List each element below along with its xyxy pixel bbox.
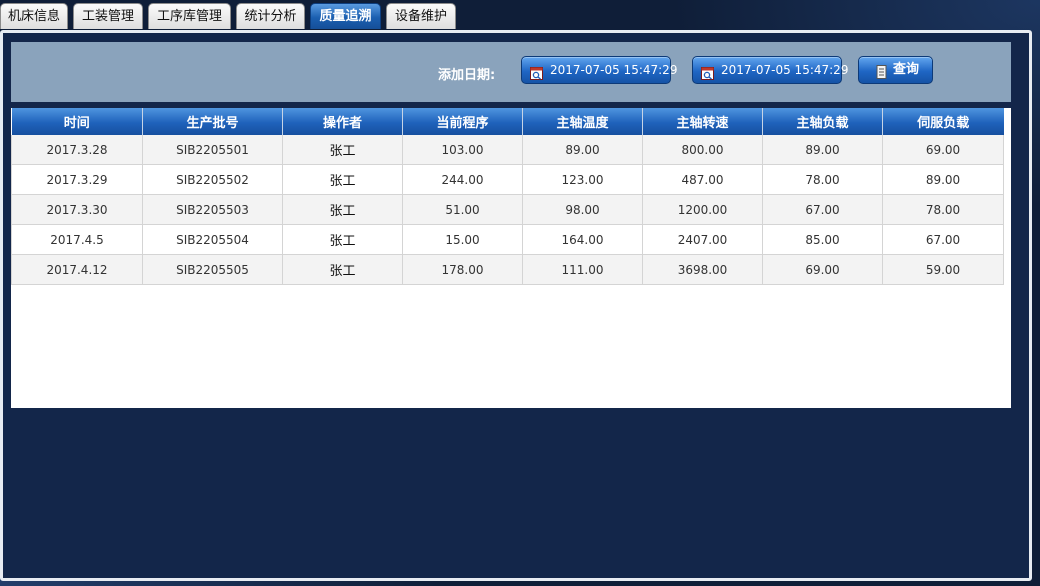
data-table-container: 时间 生产批号 操作者 当前程序 主轴温度 主轴转速 主轴负载 伺服负载 201…: [11, 108, 1011, 408]
cell-time: 2017.4.5: [11, 224, 143, 255]
column-header-spindle-temp[interactable]: 主轴温度: [522, 108, 643, 135]
cell-spindle-temp: 98.00: [522, 194, 643, 225]
cell-current-program: 51.00: [402, 194, 523, 225]
cell-time: 2017.3.29: [11, 164, 143, 195]
table-row[interactable]: 2017.3.30 SIB2205503 张工 51.00 98.00 1200…: [11, 194, 1004, 225]
table-row[interactable]: 2017.4.12 SIB2205505 张工 178.00 111.00 36…: [11, 254, 1004, 285]
cell-spindle-temp: 164.00: [522, 224, 643, 255]
quality-trace-table: 时间 生产批号 操作者 当前程序 主轴温度 主轴转速 主轴负载 伺服负载 201…: [11, 108, 1004, 285]
query-button-label: 查询: [893, 62, 920, 77]
cell-servo-load: 59.00: [882, 254, 1004, 285]
cell-spindle-load: 89.00: [762, 135, 883, 165]
cell-batch-no: SIB2205503: [142, 194, 283, 225]
cell-time: 2017.4.12: [11, 254, 143, 285]
cell-spindle-temp: 123.00: [522, 164, 643, 195]
cell-time: 2017.3.28: [11, 135, 143, 165]
calendar-icon: [701, 63, 714, 80]
cell-batch-no: SIB2205504: [142, 224, 283, 255]
cell-current-program: 15.00: [402, 224, 523, 255]
document-icon: [876, 63, 889, 79]
cell-operator: 张工: [282, 135, 403, 165]
calendar-icon: [530, 63, 543, 80]
cell-current-program: 103.00: [402, 135, 523, 165]
cell-spindle-speed: 1200.00: [642, 194, 763, 225]
cell-operator: 张工: [282, 224, 403, 255]
cell-spindle-load: 69.00: [762, 254, 883, 285]
table-row[interactable]: 2017.4.5 SIB2205504 张工 15.00 164.00 2407…: [11, 224, 1004, 255]
tab-machine-info[interactable]: 机床信息: [0, 3, 68, 29]
table-row[interactable]: 2017.3.28 SIB2205501 张工 103.00 89.00 800…: [11, 135, 1004, 165]
cell-servo-load: 78.00: [882, 194, 1004, 225]
filter-bar: 添加日期: 2017-07-05 15:47:29 2017-07-05 15:…: [11, 42, 1011, 102]
column-header-spindle-load[interactable]: 主轴负载: [762, 108, 883, 135]
end-date-picker[interactable]: 2017-07-05 15:47:29: [692, 56, 848, 84]
tab-statistics[interactable]: 统计分析: [236, 3, 305, 29]
tab-quality-trace[interactable]: 质量追溯: [310, 3, 381, 29]
query-button[interactable]: 查询: [858, 56, 933, 84]
cell-current-program: 244.00: [402, 164, 523, 195]
cell-servo-load: 67.00: [882, 224, 1004, 255]
table-row[interactable]: 2017.3.29 SIB2205502 张工 244.00 123.00 48…: [11, 164, 1004, 195]
column-header-time[interactable]: 时间: [11, 108, 143, 135]
cell-time: 2017.3.30: [11, 194, 143, 225]
cell-spindle-speed: 487.00: [642, 164, 763, 195]
cell-batch-no: SIB2205505: [142, 254, 283, 285]
column-header-current-program[interactable]: 当前程序: [402, 108, 523, 135]
column-header-batch-no[interactable]: 生产批号: [142, 108, 283, 135]
cell-spindle-temp: 89.00: [522, 135, 643, 165]
cell-operator: 张工: [282, 194, 403, 225]
cell-current-program: 178.00: [402, 254, 523, 285]
cell-spindle-speed: 3698.00: [642, 254, 763, 285]
column-header-operator[interactable]: 操作者: [282, 108, 403, 135]
tab-process-library[interactable]: 工序库管理: [148, 3, 231, 29]
cell-spindle-load: 67.00: [762, 194, 883, 225]
cell-operator: 张工: [282, 164, 403, 195]
cell-batch-no: SIB2205501: [142, 135, 283, 165]
end-date-value: 2017-07-05 15:47:29: [721, 63, 849, 77]
cell-operator: 张工: [282, 254, 403, 285]
tab-equipment-maintenance[interactable]: 设备维护: [386, 3, 456, 29]
tab-fixture-management[interactable]: 工装管理: [73, 3, 143, 29]
start-date-value: 2017-07-05 15:47:29: [550, 63, 678, 77]
cell-servo-load: 69.00: [882, 135, 1004, 165]
cell-batch-no: SIB2205502: [142, 164, 283, 195]
cell-spindle-load: 85.00: [762, 224, 883, 255]
table-header-row: 时间 生产批号 操作者 当前程序 主轴温度 主轴转速 主轴负载 伺服负载: [11, 108, 1004, 135]
cell-spindle-speed: 2407.00: [642, 224, 763, 255]
start-date-picker[interactable]: 2017-07-05 15:47:29: [521, 56, 677, 84]
cell-servo-load: 89.00: [882, 164, 1004, 195]
date-filter-label: 添加日期:: [438, 68, 496, 83]
column-header-spindle-speed[interactable]: 主轴转速: [642, 108, 763, 135]
cell-spindle-speed: 800.00: [642, 135, 763, 165]
cell-spindle-temp: 111.00: [522, 254, 643, 285]
column-header-servo-load[interactable]: 伺服负载: [882, 108, 1004, 135]
cell-spindle-load: 78.00: [762, 164, 883, 195]
